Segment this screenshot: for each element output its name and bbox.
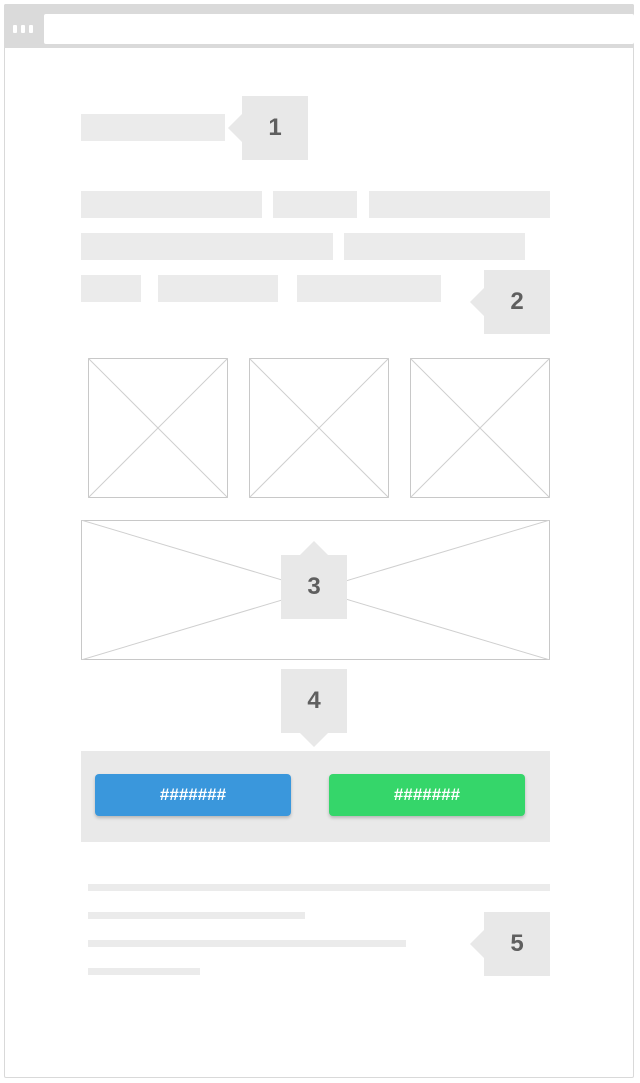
text-line [88, 884, 550, 891]
callout-4: 4 [281, 669, 347, 747]
window-dot [13, 25, 17, 33]
secondary-button[interactable]: ####### [329, 774, 525, 816]
address-bar[interactable] [44, 14, 634, 44]
text-line [88, 912, 305, 919]
word-placeholder [273, 191, 357, 218]
text-line [88, 940, 406, 947]
word-placeholder [81, 233, 333, 260]
word-placeholder [297, 275, 441, 302]
window-dot [21, 25, 25, 33]
word-placeholder [81, 191, 262, 218]
image-placeholder [88, 358, 228, 498]
callout-number: 3 [307, 573, 321, 600]
callout-number: 5 [510, 930, 524, 957]
callout-number: 4 [307, 687, 321, 714]
word-placeholder [81, 275, 141, 302]
callout-1: 1 [228, 96, 308, 160]
word-placeholder [158, 275, 278, 302]
callout-5: 5 [470, 912, 550, 976]
primary-button[interactable]: ####### [95, 774, 291, 816]
title-placeholder [81, 114, 225, 141]
image-placeholder [410, 358, 550, 498]
window-dot [29, 25, 33, 33]
callout-number: 2 [510, 288, 524, 315]
callout-3: 3 [281, 541, 347, 619]
word-placeholder [344, 233, 525, 260]
callout-2: 2 [470, 270, 550, 334]
callout-number: 1 [268, 114, 282, 141]
image-placeholder [249, 358, 389, 498]
button-panel: ####### ####### [81, 751, 550, 842]
word-placeholder [369, 191, 550, 218]
browser-toolbar [4, 4, 634, 48]
text-line [88, 968, 200, 975]
